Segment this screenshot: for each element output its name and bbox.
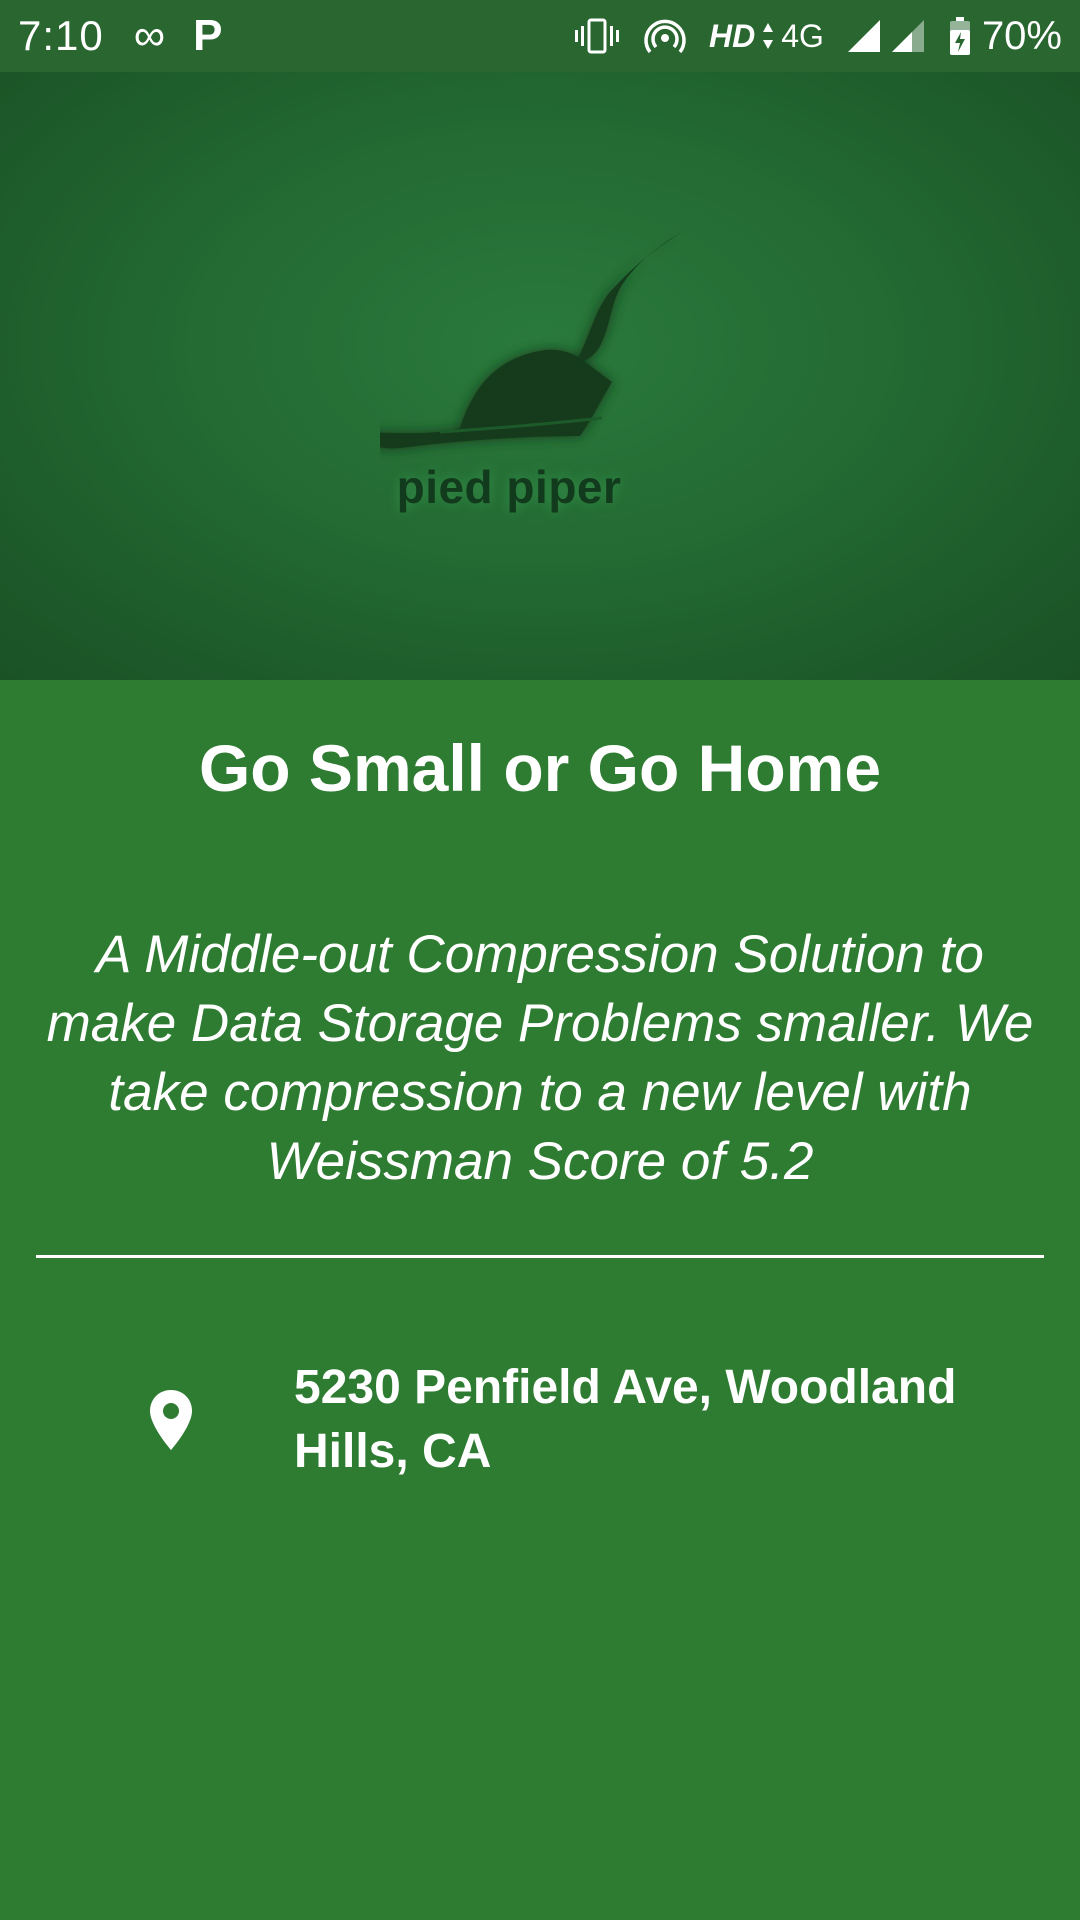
parking-app-icon: P [193,11,223,60]
hero-banner: pied piper [0,72,1080,680]
battery-percent: 70% [981,13,1062,58]
status-bar-left: 7:10 ∞ P [18,11,222,61]
address-text[interactable]: 5230 Penfield Ave, Woodland Hills, CA [294,1356,1034,1484]
vibrate-icon [573,16,621,56]
logo-text: pied piper [396,461,622,513]
headline: Go Small or Go Home [198,731,882,805]
signal-icon [846,18,882,54]
status-bar: 7:10 ∞ P HD 4G 70% [0,0,1080,72]
network-type: HD 4G [709,18,824,55]
location-pin-icon [150,1390,192,1450]
divider [36,1255,1044,1258]
tagline: A Middle-out Compression Solution to mak… [46,925,1034,1191]
hotspot-icon [643,16,687,56]
status-bar-right: HD 4G 70% [551,14,1062,59]
network-label: 4G [781,17,824,54]
hd-label: HD [709,17,756,54]
main-content: Go Small or Go Home A Middle-out Compres… [0,680,1080,1920]
status-time: 7:10 [18,12,104,59]
battery-charging-icon: 70% [948,14,1062,59]
signal-icon-2 [890,18,926,54]
infinity-icon: ∞ [133,11,166,60]
